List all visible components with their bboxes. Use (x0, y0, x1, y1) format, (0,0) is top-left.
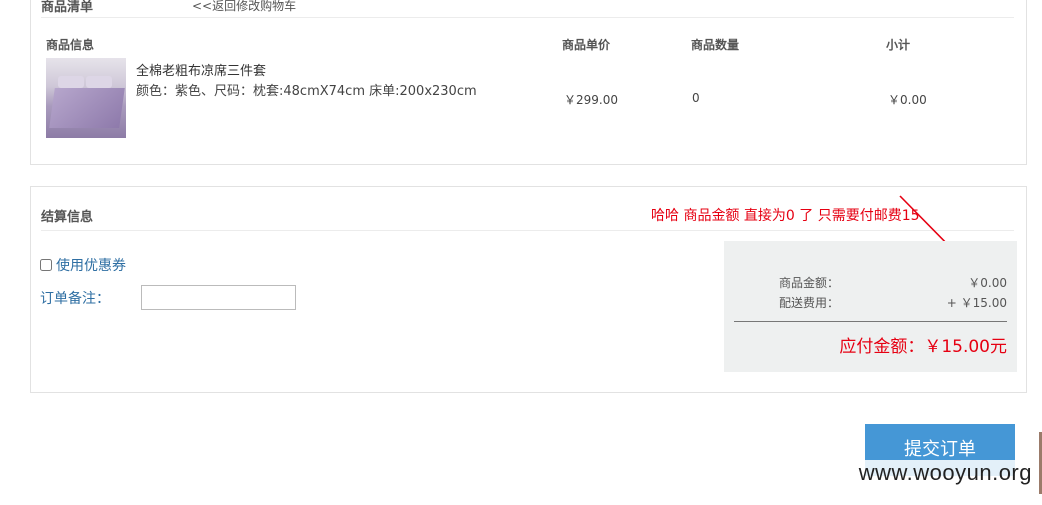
product-name[interactable]: 全棉老粗布凉席三件套 (136, 60, 266, 79)
payable-amount: 应付金额：￥15.00元 (839, 337, 1007, 357)
summary-divider (734, 321, 1007, 322)
shipping-label: 配送费用： (779, 296, 840, 310)
shipping-value: + ￥15.00 (946, 296, 1007, 310)
back-to-cart-link[interactable]: <<返回修改购物车 (192, 0, 296, 14)
goods-divider (41, 17, 1014, 18)
settlement-divider (41, 230, 1014, 231)
goods-amount-label: 商品金额： (779, 276, 840, 290)
goods-section-title: 商品清单 (41, 0, 94, 15)
coupon-toggle[interactable]: 使用优惠券 (40, 255, 126, 275)
order-summary: 商品金额： ￥0.00 配送费用： + ￥15.00 应付金额：￥15.00元 (724, 241, 1017, 372)
product-spec: 颜色：紫色、尺码：枕套:48cmX74cm 床单:200x230cm (136, 84, 477, 99)
remark-label: 订单备注： (40, 291, 110, 307)
product-image[interactable] (46, 58, 126, 138)
goods-amount-value: ￥0.00 (968, 276, 1007, 290)
product-price: ￥299.00 (564, 93, 618, 107)
col-header-subtotal: 小计 (886, 38, 911, 52)
remark-input[interactable] (141, 285, 296, 310)
coupon-checkbox[interactable] (40, 259, 52, 271)
watermark-text: www.wooyun.org (856, 460, 1034, 486)
goods-panel: 商品清单 <<返回修改购物车 商品信息 商品单价 商品数量 小计 全棉老粗布凉席… (30, 0, 1027, 165)
col-header-quantity: 商品数量 (691, 38, 740, 52)
col-header-info: 商品信息 (46, 38, 95, 52)
annotation-note: 哈哈 商品金额 直接为0 了 只需要付邮费15 (651, 208, 920, 224)
col-header-price: 商品单价 (562, 38, 611, 52)
coupon-label: 使用优惠券 (56, 258, 126, 274)
product-quantity: 0 (692, 91, 700, 105)
product-subtotal: ￥0.00 (888, 93, 927, 107)
settlement-section-title: 结算信息 (41, 210, 94, 225)
